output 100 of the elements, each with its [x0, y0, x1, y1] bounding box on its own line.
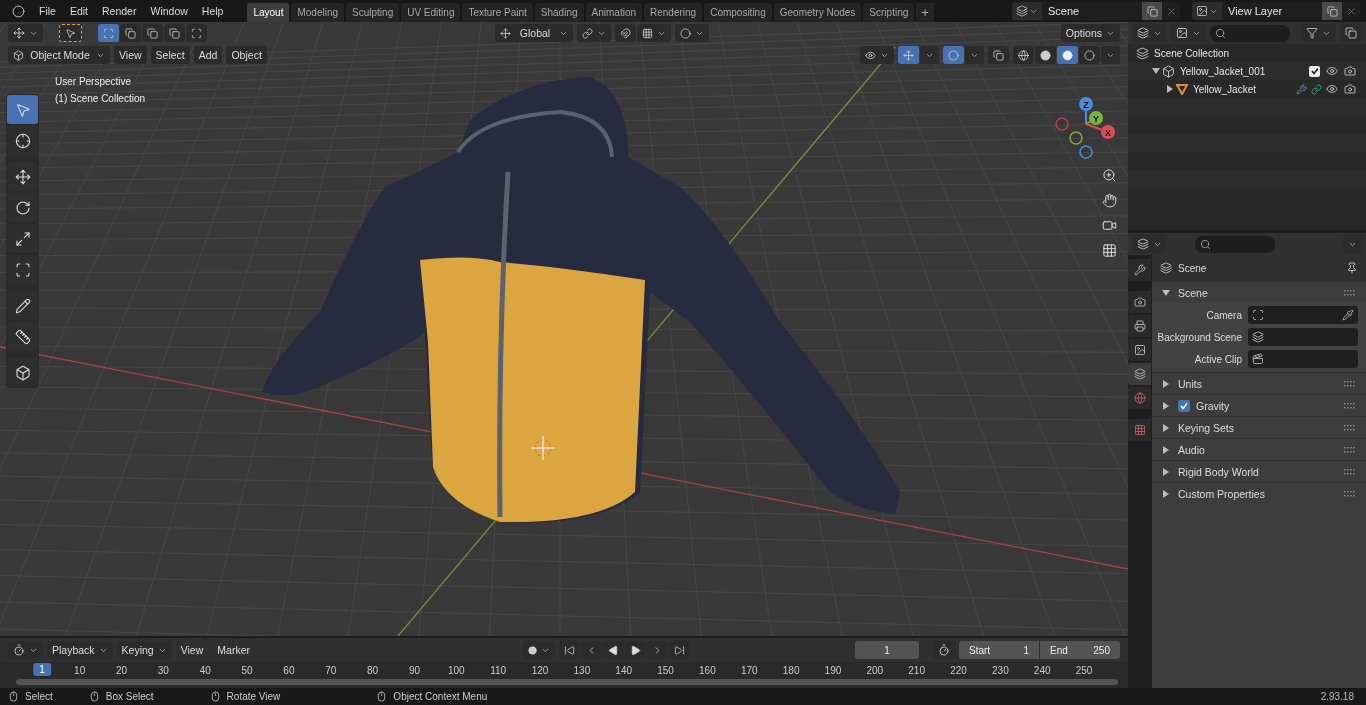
properties-tab[interactable]	[1128, 363, 1151, 385]
disclosure-triangle-icon[interactable]	[1162, 288, 1170, 297]
disclosure-triangle-icon[interactable]	[1166, 85, 1174, 93]
current-frame-field[interactable]: 1	[855, 641, 919, 659]
xray-button[interactable]	[988, 46, 1009, 64]
properties-tab[interactable]	[1128, 339, 1151, 361]
timeline-menu[interactable]: View	[175, 644, 209, 656]
orientation-dropdown[interactable]: Global	[495, 24, 573, 42]
editor-type-button[interactable]	[8, 24, 43, 42]
checkbox[interactable]	[1309, 65, 1320, 77]
menu-item[interactable]: Edit	[63, 2, 94, 20]
disclosure-triangle-icon[interactable]	[1162, 401, 1170, 410]
scene-selector[interactable]: Scene	[1012, 2, 1180, 20]
new-collection-button[interactable]	[1340, 24, 1362, 42]
data-block-field[interactable]	[1248, 306, 1358, 324]
3d-viewport[interactable]: Global Options Object Mode View Select Add Object User Perspective (1) Scene Collection Z Y X	[0, 22, 1128, 636]
viewport-menu[interactable]: Add	[193, 46, 223, 64]
workspace-tab[interactable]: Layout	[247, 3, 290, 22]
drag-handle-icon[interactable]	[1344, 468, 1356, 475]
editor-type-button[interactable]	[1132, 24, 1167, 42]
timeline-scrollbar[interactable]	[16, 679, 1118, 685]
drag-handle-icon[interactable]	[1344, 490, 1356, 497]
menu-item[interactable]: Render	[96, 2, 143, 20]
workspace-tab[interactable]: Scripting	[863, 3, 915, 22]
play-button[interactable]	[624, 641, 646, 659]
jump-start-button[interactable]	[558, 641, 580, 659]
gizmo-toggle[interactable]	[898, 46, 919, 64]
end-frame-field[interactable]: End 250	[1040, 641, 1120, 659]
disclosure-triangle-icon[interactable]	[1162, 379, 1170, 388]
play-reverse-button[interactable]	[602, 641, 624, 659]
workspace-tab[interactable]: Modeling	[291, 3, 345, 22]
jump-end-button[interactable]	[668, 641, 690, 659]
timeline-menu[interactable]: Playback	[47, 641, 113, 659]
workspace-tab[interactable]: Geometry Nodes	[773, 3, 862, 22]
viewport-menu[interactable]: View	[114, 46, 147, 64]
shading-button[interactable]	[1013, 46, 1034, 64]
selection-mode-button[interactable]	[98, 24, 119, 42]
properties-tab[interactable]	[1128, 259, 1151, 281]
record-button[interactable]	[522, 641, 555, 659]
snap-button[interactable]	[615, 24, 636, 42]
menu-item[interactable]: File	[33, 2, 62, 20]
shading-button[interactable]	[1035, 46, 1056, 64]
shading-button[interactable]	[1057, 46, 1078, 64]
mode-dropdown[interactable]: Object Mode	[8, 46, 110, 64]
tool-button[interactable]	[7, 358, 38, 387]
tool-button[interactable]	[7, 255, 38, 284]
viewport-menu[interactable]: Object	[226, 46, 267, 64]
search-field[interactable]	[1195, 235, 1275, 253]
disclosure-triangle-icon[interactable]	[1152, 67, 1160, 75]
viewport-menu[interactable]: Select	[150, 46, 190, 64]
properties-tab[interactable]	[1128, 387, 1151, 409]
timeline-menu[interactable]: Marker	[212, 644, 255, 656]
tool-button[interactable]	[7, 322, 38, 351]
axis-gizmo[interactable]: Z Y X	[1050, 96, 1120, 162]
selection-mode-button[interactable]	[186, 24, 207, 42]
shading-button[interactable]	[1079, 46, 1100, 64]
view-layer-selector[interactable]: View Layer	[1192, 2, 1360, 20]
data-block-field[interactable]	[1248, 328, 1358, 346]
start-frame-field[interactable]: Start 1	[959, 641, 1039, 659]
disclosure-triangle-icon[interactable]	[1162, 467, 1170, 476]
copy-button[interactable]	[1322, 2, 1342, 20]
properties-tab[interactable]	[1128, 419, 1151, 441]
playhead-marker[interactable]: 1	[33, 663, 51, 676]
overlay-toggle[interactable]	[943, 46, 964, 64]
data-block-field[interactable]	[1248, 350, 1358, 368]
display-mode-button[interactable]	[1171, 24, 1206, 42]
selection-mode-button[interactable]	[164, 24, 185, 42]
drag-handle-icon[interactable]	[1344, 380, 1356, 387]
add-workspace-button[interactable]: +	[916, 3, 934, 22]
options-dropdown[interactable]: Options	[1060, 24, 1120, 42]
workspace-tab[interactable]: Animation	[585, 3, 642, 22]
workspace-tab[interactable]: UV Editing	[401, 3, 461, 22]
tool-select-button[interactable]	[59, 24, 82, 42]
proportional-editing-button[interactable]	[675, 24, 709, 42]
drag-handle-icon[interactable]	[1344, 402, 1356, 409]
visibility-dropdown[interactable]	[860, 46, 894, 64]
copy-button[interactable]	[1142, 2, 1162, 20]
preview-range-toggle[interactable]	[933, 641, 955, 659]
snap-dropdown[interactable]	[637, 24, 671, 42]
workspace-tab[interactable]: Sculpting	[346, 3, 400, 22]
tool-button[interactable]	[7, 291, 38, 320]
tool-button[interactable]	[7, 224, 38, 253]
timeline-menu[interactable]: Keying	[116, 641, 172, 659]
filter-button[interactable]	[1301, 24, 1336, 42]
workspace-tab[interactable]: Shading	[534, 3, 584, 22]
disclosure-triangle-icon[interactable]	[1162, 445, 1170, 454]
menu-item[interactable]: Help	[195, 2, 230, 20]
tool-button[interactable]	[7, 126, 38, 155]
properties-tab[interactable]	[1128, 291, 1151, 313]
drag-handle-icon[interactable]	[1344, 446, 1356, 453]
selection-mode-button[interactable]	[142, 24, 163, 42]
editor-type-button[interactable]	[1132, 235, 1167, 253]
outliner-row[interactable]: Yellow_Jacket_001	[1128, 62, 1366, 80]
search-field[interactable]	[1210, 24, 1290, 42]
properties-tab[interactable]	[1128, 315, 1151, 337]
workspace-tab[interactable]: Rendering	[644, 3, 703, 22]
menu-item[interactable]: Window	[144, 2, 194, 20]
drag-handle-icon[interactable]	[1344, 289, 1356, 296]
selection-mode-button[interactable]	[120, 24, 141, 42]
pivot-dropdown[interactable]	[577, 24, 611, 42]
